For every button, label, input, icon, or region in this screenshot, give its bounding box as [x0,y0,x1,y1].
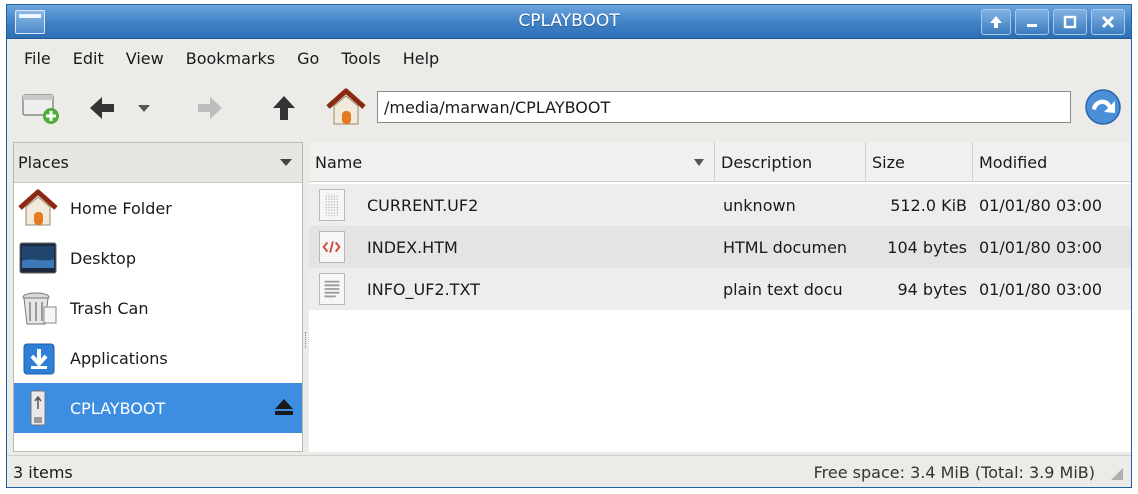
up-arrow-icon [273,96,295,120]
status-bar: 3 items Free space: 3.4 MiB (Total: 3.9 … [7,455,1131,487]
close-icon [1101,15,1115,29]
menu-view[interactable]: View [115,49,175,68]
file-modified: 01/01/80 03:00 [979,279,1103,299]
item-count: 3 items [13,463,73,482]
column-size[interactable]: Size [866,142,973,182]
html-file-icon [319,231,345,263]
resize-grip-icon[interactable] [1111,468,1123,480]
column-size-label: Size [872,152,905,172]
file-list: Name Description Size Modified CURRENT.U… [309,142,1131,452]
file-size: 94 bytes [897,279,967,299]
table-row[interactable]: INDEX.HTM HTML documen 104 bytes 01/01/8… [309,226,1131,268]
places-sidebar: Places Home Folder Desktop Trash Can App… [13,142,303,452]
sidebar-item-label: CPLAYBOOT [70,398,166,418]
address-text: /media/marwan/CPLAYBOOT [384,97,611,117]
places-title: Places [18,153,69,172]
sidebar-item-label: Home Folder [70,198,172,218]
sidebar-item-cplayboot[interactable]: CPLAYBOOT [14,383,302,433]
file-description: unknown [723,195,796,215]
menu-edit[interactable]: Edit [62,49,115,68]
menu-bar: File Edit View Bookmarks Go Tools Help [7,40,1131,76]
file-modified: 01/01/80 03:00 [979,195,1103,215]
menu-go[interactable]: Go [286,49,330,68]
go-button[interactable] [1083,87,1123,127]
places-header[interactable]: Places [14,143,302,183]
menu-bookmarks[interactable]: Bookmarks [175,49,286,68]
window-title: CPLAYBOOT [518,11,620,31]
window-controls [981,9,1125,35]
home-button[interactable] [325,87,367,127]
minimize-button[interactable] [1015,9,1049,35]
menu-help[interactable]: Help [392,49,450,68]
menu-file[interactable]: File [13,49,62,68]
history-dropdown-button[interactable] [135,99,153,117]
column-modified[interactable]: Modified [973,142,1131,182]
text-file-icon [319,273,345,305]
file-name: INFO_UF2.TXT [367,279,480,299]
home-icon [326,88,366,125]
eject-icon[interactable] [274,397,294,417]
sidebar-item-label: Trash Can [70,298,149,318]
forward-arrow-icon [198,97,222,119]
menu-tools[interactable]: Tools [330,49,391,68]
back-arrow-icon [90,97,114,119]
minimize-icon [1027,24,1037,27]
unknown-file-icon [319,189,345,221]
toolbar: /media/marwan/CPLAYBOOT [7,77,1131,139]
sidebar-item-applications[interactable]: Applications [14,333,302,383]
new-tab-button[interactable] [21,91,61,125]
sidebar-item-home-folder[interactable]: Home Folder [14,183,302,233]
column-modified-label: Modified [979,152,1048,172]
file-modified: 01/01/80 03:00 [979,237,1103,257]
maximize-button[interactable] [1053,9,1087,35]
chevron-down-icon[interactable] [280,159,292,166]
arrow-up-icon [990,16,1002,28]
close-button[interactable] [1091,9,1125,35]
table-row[interactable]: INFO_UF2.TXT plain text docu 94 bytes 01… [309,268,1131,310]
back-button[interactable] [87,93,117,123]
title-bar[interactable]: CPLAYBOOT [7,5,1131,39]
home-folder-icon [18,189,58,226]
column-name-label: Name [315,152,363,172]
sort-arrow-icon [694,159,704,166]
file-size: 104 bytes [887,237,967,257]
up-button[interactable] [269,93,299,123]
file-name: INDEX.HTM [367,237,458,257]
history-dropdown-icon [138,105,150,112]
file-size: 512.0 KiB [890,195,967,215]
free-space: Free space: 3.4 MiB (Total: 3.9 MiB) [813,463,1095,482]
sidebar-item-trash-can[interactable]: Trash Can [14,283,302,333]
file-manager-window: CPLAYBOOT File Edit View Bookmarks Go To… [6,4,1132,488]
column-description-label: Description [721,152,813,172]
file-description: plain text docu [723,279,843,299]
trash-can-icon [22,292,57,325]
go-refresh-icon [1085,89,1121,125]
sidebar-item-desktop[interactable]: Desktop [14,233,302,283]
sidebar-item-label: Desktop [70,248,136,268]
forward-button[interactable] [195,93,225,123]
usb-drive-icon [30,390,46,426]
new-tab-icon [22,94,59,124]
address-bar[interactable]: /media/marwan/CPLAYBOOT [377,91,1071,123]
desktop-icon [19,242,57,274]
sidebar-item-label: Applications [70,348,168,368]
table-row[interactable]: CURRENT.UF2 unknown 512.0 KiB 01/01/80 0… [309,184,1131,226]
column-name[interactable]: Name [309,142,715,182]
column-header: Name Description Size Modified [309,142,1131,182]
column-description[interactable]: Description [715,142,866,182]
file-description: HTML documen [723,237,848,257]
keep-above-button[interactable] [981,9,1011,35]
file-name: CURRENT.UF2 [367,195,479,215]
maximize-icon [1063,15,1077,29]
applications-icon [23,343,55,375]
